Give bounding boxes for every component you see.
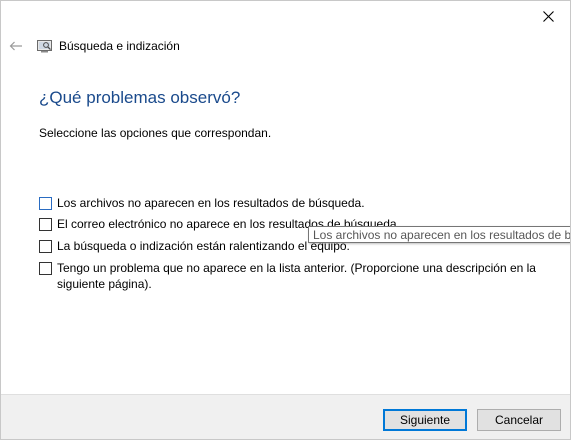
page-title: ¿Qué problemas observó? <box>39 88 241 107</box>
cancel-button[interactable]: Cancelar <box>477 409 561 431</box>
close-button[interactable] <box>526 1 570 31</box>
option-label: Los archivos no aparecen en los resultad… <box>57 196 365 210</box>
search-indexing-icon <box>37 40 52 53</box>
window-title: Búsqueda e indización <box>59 39 180 53</box>
window-header: Búsqueda e indización <box>1 36 570 56</box>
checkbox-email-not-in-results[interactable] <box>39 218 52 231</box>
arrow-left-icon <box>9 41 22 51</box>
option-other-problem[interactable]: Tengo un problema que no aparece en la l… <box>39 260 549 292</box>
back-button[interactable] <box>7 36 25 56</box>
checkbox-other-problem[interactable] <box>39 262 52 275</box>
instruction-text: Seleccione las opciones que correspondan… <box>39 126 272 140</box>
close-icon <box>542 10 554 22</box>
tooltip: Los archivos no aparecen en los resultad… <box>308 226 570 243</box>
next-button[interactable]: Siguiente <box>383 409 467 431</box>
checkbox-search-slowing-pc[interactable] <box>39 240 52 253</box>
option-files-not-in-results[interactable]: Los archivos no aparecen en los resultad… <box>39 195 549 211</box>
footer-bar: Siguiente Cancelar <box>1 394 570 439</box>
problem-options-list: Los archivos no aparecen en los resultad… <box>39 195 549 298</box>
troubleshooter-window: Búsqueda e indización ¿Qué problemas obs… <box>0 0 571 440</box>
option-label: Tengo un problema que no aparece en la l… <box>57 261 536 291</box>
checkbox-files-not-in-results[interactable] <box>39 197 52 210</box>
